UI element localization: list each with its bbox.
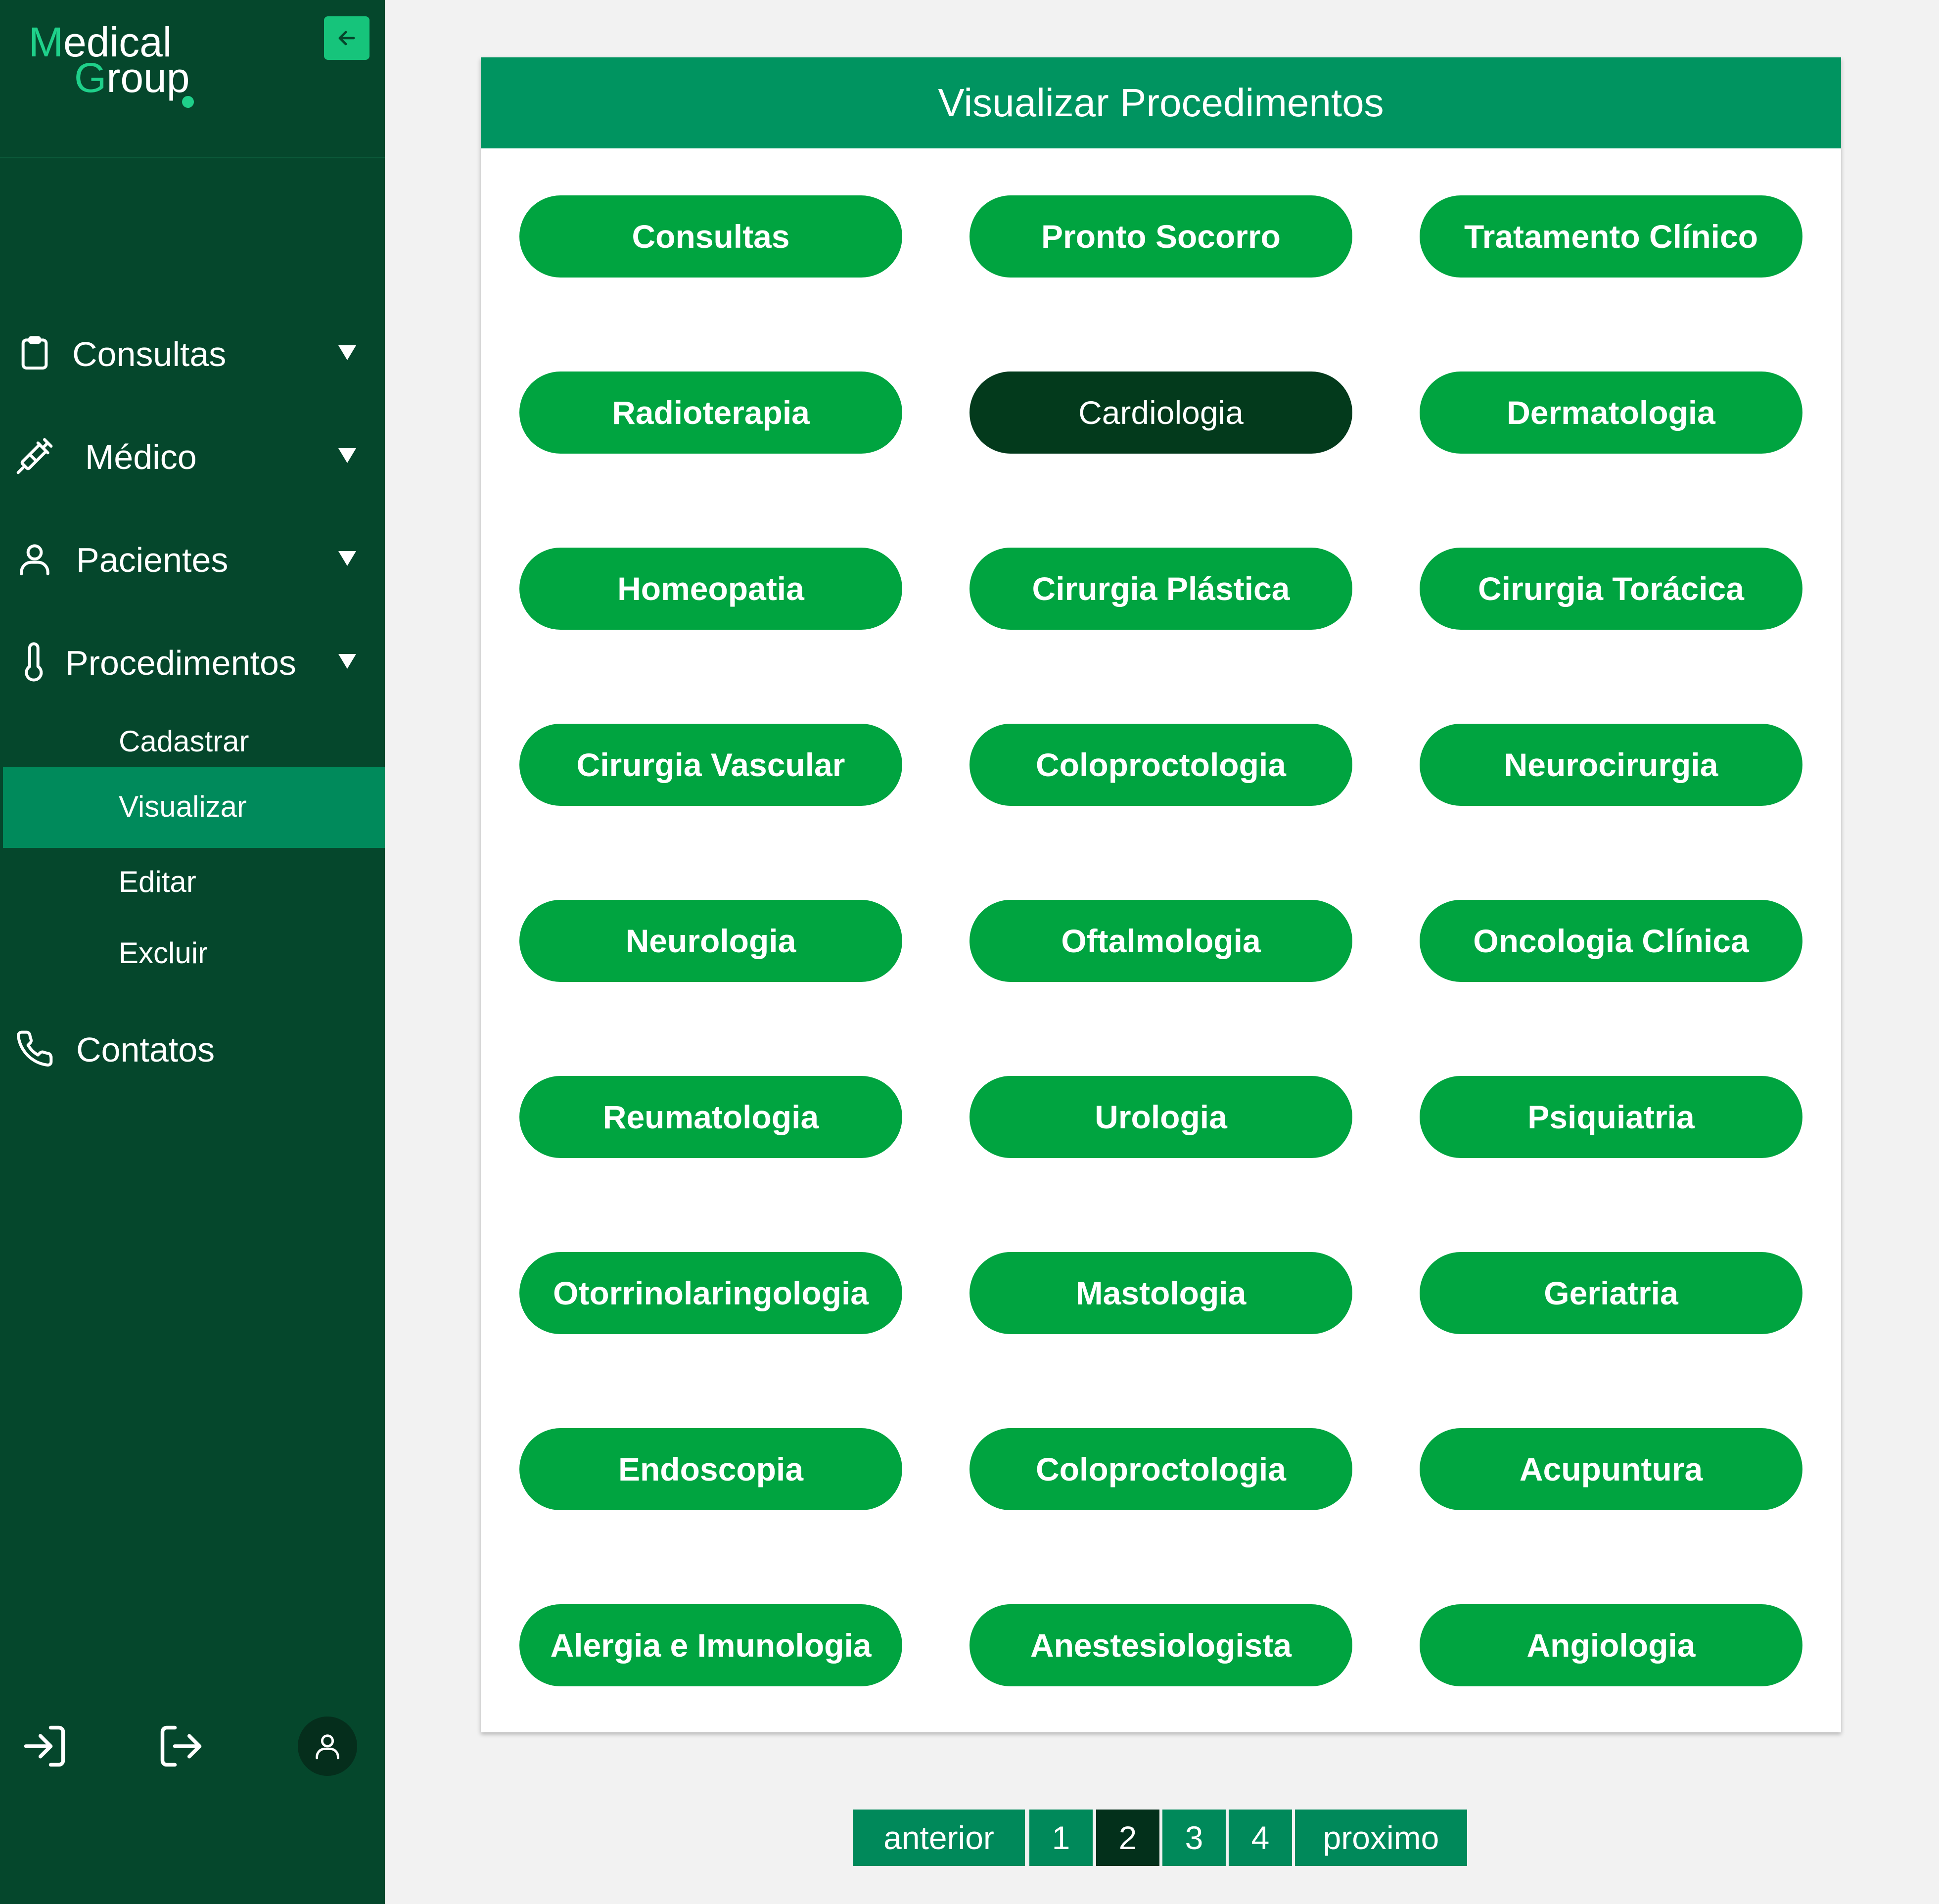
sidebar-item-consultas[interactable]: Consultas (0, 315, 385, 389)
procedure-button[interactable]: Alergia e Imunologia (519, 1604, 902, 1686)
sidebar-item-label: Médico (85, 438, 197, 476)
collapse-sidebar-button[interactable] (324, 16, 369, 60)
submenu-item-excluir[interactable]: Excluir (0, 919, 385, 990)
procedure-button[interactable]: Cirurgia Torácica (1420, 548, 1802, 630)
pagination-page-3[interactable]: 3 (1162, 1810, 1226, 1866)
logo-accent-g: G (74, 54, 107, 101)
user-icon (20, 544, 49, 575)
pagination-next-button[interactable]: proximo (1295, 1810, 1467, 1866)
sidebar-divider (0, 157, 385, 158)
procedure-button[interactable]: Angiologia (1420, 1604, 1802, 1686)
procedure-button[interactable]: Consultas (519, 195, 902, 278)
procedure-button[interactable]: Homeopatia (519, 548, 902, 630)
procedure-button[interactable]: Oftalmologia (970, 900, 1352, 982)
pagination-page-1[interactable]: 1 (1029, 1810, 1093, 1866)
logo-dot (182, 96, 194, 108)
sidebar: Medical Group Consultas Médico Pacientes… (0, 0, 385, 1904)
procedure-button[interactable]: Endoscopia (519, 1428, 902, 1510)
submenu-item-label: Cadastrar (119, 725, 249, 758)
procedure-button[interactable]: Reumatologia (519, 1076, 902, 1158)
chevron-down-icon (338, 654, 356, 669)
procedure-button[interactable]: Geriatria (1420, 1252, 1802, 1334)
procedure-button[interactable]: Cirurgia Vascular (519, 724, 902, 806)
submenu-item-cadastrar[interactable]: Cadastrar (0, 705, 385, 777)
procedure-button[interactable]: Urologia (970, 1076, 1352, 1158)
phone-icon (17, 1030, 53, 1067)
sidebar-item-label: Procedimentos (65, 644, 296, 682)
sidebar-item-medico[interactable]: Médico (0, 418, 385, 492)
chevron-down-icon (338, 345, 356, 360)
logo-accent-m: M (29, 19, 63, 65)
user-avatar-icon (316, 1734, 339, 1760)
procedure-button[interactable]: Pronto Socorro (970, 195, 1352, 278)
sidebar-item-contatos[interactable]: Contatos (0, 1010, 385, 1084)
procedure-button[interactable]: Neurologia (519, 900, 902, 982)
arrow-left-icon (338, 31, 355, 46)
procedure-button[interactable]: Anestesiologista (970, 1604, 1352, 1686)
procedure-button[interactable]: Mastologia (970, 1252, 1352, 1334)
submenu-item-label: Editar (119, 865, 196, 898)
panel-title: Visualizar Procedimentos (938, 81, 1384, 125)
procedure-button[interactable]: Psiquiatria (1420, 1076, 1802, 1158)
procedure-button[interactable]: Coloproctologia (970, 724, 1352, 806)
panel-header: Visualizar Procedimentos (481, 57, 1841, 148)
logo: Medical Group (29, 21, 207, 113)
login-icon[interactable] (20, 1717, 69, 1776)
procedure-button[interactable]: Cirurgia Plástica (970, 548, 1352, 630)
chevron-down-icon (338, 448, 356, 463)
submenu-item-label: Excluir (119, 936, 208, 970)
clipboard-icon (21, 336, 48, 370)
procedure-button[interactable]: Neurocirurgia (1420, 724, 1802, 806)
sidebar-item-procedimentos[interactable]: Procedimentos (0, 623, 385, 697)
procedure-button[interactable]: Radioterapia (519, 372, 902, 454)
submenu-item-editar[interactable]: Editar (0, 848, 385, 919)
procedure-button[interactable]: Cardiologia (970, 372, 1352, 454)
procedures-panel: Visualizar Procedimentos Consultas Pronto… (481, 57, 1841, 1732)
procedure-button[interactable]: Tratamento Clínico (1420, 195, 1802, 278)
procedure-button[interactable]: Otorrinolaringologia (519, 1252, 902, 1334)
submenu-item-visualizar[interactable]: Visualizar (3, 767, 385, 848)
sidebar-item-pacientes[interactable]: Pacientes (0, 520, 385, 595)
pagination-page-2[interactable]: 2 (1096, 1810, 1159, 1866)
pagination-page-4[interactable]: 4 (1229, 1810, 1292, 1866)
procedure-button[interactable]: Coloproctologia (970, 1428, 1352, 1510)
sidebar-item-label: Consultas (72, 335, 227, 373)
procedure-button[interactable]: Oncologia Clínica (1420, 900, 1802, 982)
procedure-button[interactable]: Dermatologia (1420, 372, 1802, 454)
procedure-button[interactable]: Acupuntura (1420, 1428, 1802, 1510)
logo-text-line2: roup (106, 54, 190, 101)
syringe-icon (16, 438, 53, 474)
logout-icon[interactable] (156, 1717, 206, 1776)
chevron-down-icon (338, 551, 356, 566)
pagination-prev-button[interactable]: anterior (853, 1810, 1025, 1866)
submenu-item-label: Visualizar (119, 790, 247, 823)
sidebar-item-label: Pacientes (76, 541, 229, 579)
user-avatar[interactable] (298, 1717, 357, 1776)
sidebar-item-label: Contatos (76, 1030, 215, 1069)
thermometer-icon (25, 642, 43, 682)
